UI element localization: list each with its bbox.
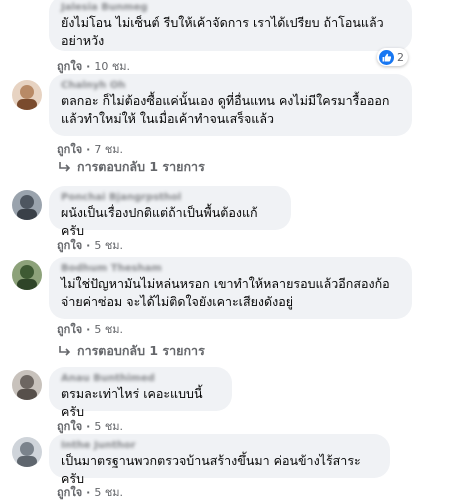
replies-label: การตอบกลับ 1 รายการ	[77, 343, 205, 358]
separator-dot: ·	[86, 238, 91, 252]
comment-bubble: Bodhum Thesham ไม่ใช่ปัญหามันไม่หล่นหรอก…	[49, 257, 412, 319]
separator-dot: ·	[86, 142, 91, 156]
comment-text: ตรมละเท่าไหร่ เคอะแบบนี้ครับ	[61, 386, 203, 419]
comment-text: ตลกอะ ก็ไม่ต้องซื้อแค่นั้นเอง ดูที่อื่นแ…	[61, 93, 390, 126]
like-link[interactable]: ถูกใจ	[57, 320, 82, 338]
comment-timestamp[interactable]: 5 ชม.	[94, 320, 123, 338]
comment-author[interactable]: Anau Bunthimed	[61, 373, 220, 385]
comment-timestamp[interactable]: 5 ชม.	[94, 483, 123, 501]
avatar[interactable]	[12, 190, 42, 220]
like-link[interactable]: ถูกใจ	[57, 417, 82, 435]
like-link[interactable]: ถูกใจ	[57, 236, 82, 254]
comment-author[interactable]: Chalnyh Oh	[61, 80, 400, 92]
replies-label: การตอบกลับ 1 รายการ	[77, 159, 205, 174]
avatar[interactable]	[12, 437, 42, 467]
separator-dot: ·	[86, 485, 91, 499]
comment-meta: ถูกใจ · 10 ชม.	[57, 57, 130, 75]
comment-text: ยังไม่โอน ไม่เซ็นต์ รีบให้เค้าจัดการ เรา…	[61, 15, 384, 48]
comment-timestamp[interactable]: 10 ชม.	[94, 57, 130, 75]
comment-author[interactable]: Ponchai Bjangrpsthol	[61, 192, 279, 204]
separator-dot: ·	[86, 419, 91, 433]
comment-meta: ถูกใจ · 7 ชม.	[57, 140, 123, 158]
comment-timestamp[interactable]: 7 ชม.	[94, 140, 123, 158]
view-replies-link[interactable]: การตอบกลับ 1 รายการ	[59, 341, 205, 361]
comment-meta: ถูกใจ · 5 ชม.	[57, 236, 123, 254]
comment-meta: ถูกใจ · 5 ชม.	[57, 320, 123, 338]
separator-dot: ·	[86, 322, 91, 336]
reply-arrow-icon	[59, 346, 71, 356]
reply-arrow-icon	[59, 162, 71, 172]
comment-bubble: Chalnyh Oh ตลกอะ ก็ไม่ต้องซื้อแค่นั้นเอง…	[49, 74, 412, 136]
comment-timestamp[interactable]: 5 ชม.	[94, 236, 123, 254]
reaction-summary[interactable]: 2	[377, 48, 408, 66]
like-reaction-icon	[379, 49, 394, 65]
avatar[interactable]	[12, 260, 42, 290]
comment-meta: ถูกใจ · 5 ชม.	[57, 417, 123, 435]
like-link[interactable]: ถูกใจ	[57, 483, 82, 501]
comment-bubble: Ponchai Bjangrpsthol ผนังเป็นเรื่องปกติแ…	[49, 186, 291, 238]
reaction-count: 2	[397, 50, 404, 64]
view-replies-link[interactable]: การตอบกลับ 1 รายการ	[59, 157, 205, 177]
comment-author[interactable]: Inthe Junthor	[61, 440, 378, 452]
comment-text: ผนังเป็นเรื่องปกติแต่ถ้าเป็นพื้นต้องแก้ค…	[61, 205, 258, 238]
comment-author[interactable]: Bodhum Thesham	[61, 263, 400, 275]
comment-bubble: Inthe Junthor เป็นมาตรฐานพวกตรวจบ้านสร้า…	[49, 434, 390, 486]
like-link[interactable]: ถูกใจ	[57, 140, 82, 158]
comment-bubble: Anau Bunthimed ตรมละเท่าไหร่ เคอะแบบนี้ค…	[49, 367, 232, 419]
separator-dot: ·	[86, 59, 91, 73]
comment-author[interactable]: Jalesia Bunmeg	[61, 2, 400, 14]
avatar[interactable]	[12, 370, 42, 400]
comment-thread: Jalesia Bunmeg ยังไม่โอน ไม่เซ็นต์ รีบให…	[0, 0, 449, 502]
comment-bubble: Jalesia Bunmeg ยังไม่โอน ไม่เซ็นต์ รีบให…	[49, 0, 412, 51]
comment-timestamp[interactable]: 5 ชม.	[94, 417, 123, 435]
like-link[interactable]: ถูกใจ	[57, 57, 82, 75]
comment-meta: ถูกใจ · 5 ชม.	[57, 483, 123, 501]
avatar[interactable]	[12, 80, 42, 110]
comment-text: ไม่ใช่ปัญหามันไม่หล่นหรอก เขาทำให้หลายรอ…	[61, 276, 390, 309]
